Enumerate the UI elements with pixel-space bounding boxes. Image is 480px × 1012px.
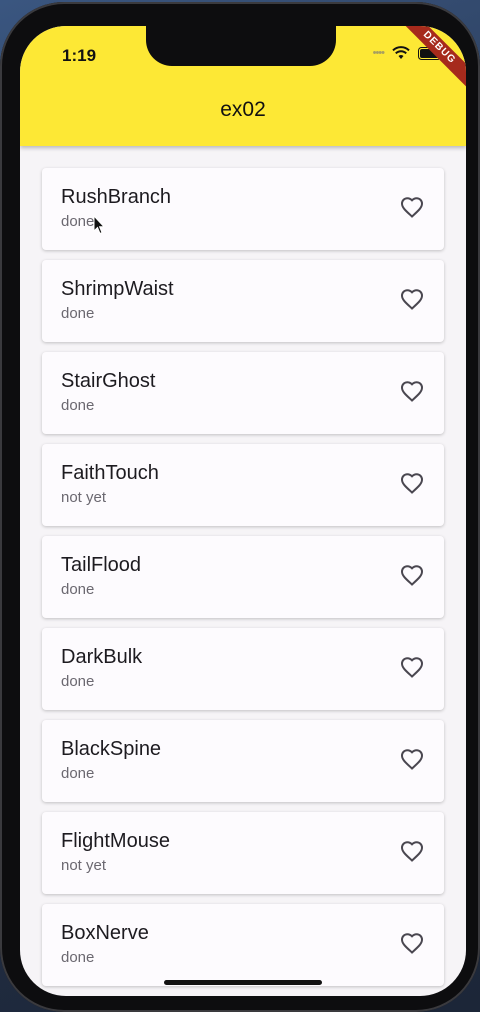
item-status: done	[61, 397, 95, 414]
item-title: StairGhost	[61, 370, 156, 392]
item-title: FlightMouse	[61, 830, 170, 852]
item-status: done	[61, 213, 95, 230]
phone-frame: 1:19 •••• ex02 DEBUG RushBranch done Shr…	[0, 2, 480, 1012]
page-title: ex02	[220, 98, 266, 121]
list-item[interactable]: StairGhost done	[42, 352, 444, 434]
item-title: BoxNerve	[61, 922, 149, 944]
item-title: TailFlood	[61, 554, 142, 576]
item-status: done	[61, 765, 95, 782]
favorite-heart-icon[interactable]	[400, 196, 424, 220]
favorite-heart-icon[interactable]	[400, 380, 424, 404]
list-item[interactable]: TailFlood done	[42, 536, 444, 618]
item-status: not yet	[61, 857, 107, 874]
list-item[interactable]: BoxNerve done	[42, 904, 444, 986]
item-list: RushBranch done ShrimpWaist done StairGhost d…	[42, 168, 444, 996]
item-title: BlackSpine	[61, 738, 162, 760]
item-status: done	[61, 673, 95, 690]
favorite-heart-icon[interactable]	[400, 840, 424, 864]
cellular-signal-icon: ••••	[372, 47, 385, 59]
status-time: 1:19	[62, 46, 97, 65]
list-item[interactable]: ShrimpWaist done	[42, 260, 444, 342]
item-status: done	[61, 949, 95, 966]
item-status: done	[61, 581, 95, 598]
list-item[interactable]: FlightMouse not yet	[42, 812, 444, 894]
wifi-icon	[392, 46, 410, 60]
item-title: FaithTouch	[61, 462, 159, 484]
list-item[interactable]: RushBranch done	[42, 168, 444, 250]
item-title: RushBranch	[61, 186, 172, 208]
favorite-heart-icon[interactable]	[400, 472, 424, 496]
favorite-heart-icon[interactable]	[400, 564, 424, 588]
phone-screen: 1:19 •••• ex02 DEBUG RushBranch done Shr…	[20, 26, 466, 996]
list-item[interactable]: FaithTouch not yet	[42, 444, 444, 526]
item-title: ShrimpWaist	[61, 278, 174, 300]
list-item[interactable]: DarkBulk done	[42, 628, 444, 710]
item-status: not yet	[61, 489, 107, 506]
home-indicator[interactable]	[164, 980, 322, 985]
camera-notch	[146, 26, 336, 66]
favorite-heart-icon[interactable]	[400, 656, 424, 680]
item-status: done	[61, 305, 95, 322]
favorite-heart-icon[interactable]	[400, 748, 424, 772]
list-item[interactable]: BlackSpine done	[42, 720, 444, 802]
favorite-heart-icon[interactable]	[400, 288, 424, 312]
favorite-heart-icon[interactable]	[400, 932, 424, 956]
item-title: DarkBulk	[61, 646, 143, 668]
app-bar: 1:19 •••• ex02	[20, 26, 466, 146]
mouse-cursor-icon	[93, 215, 105, 235]
